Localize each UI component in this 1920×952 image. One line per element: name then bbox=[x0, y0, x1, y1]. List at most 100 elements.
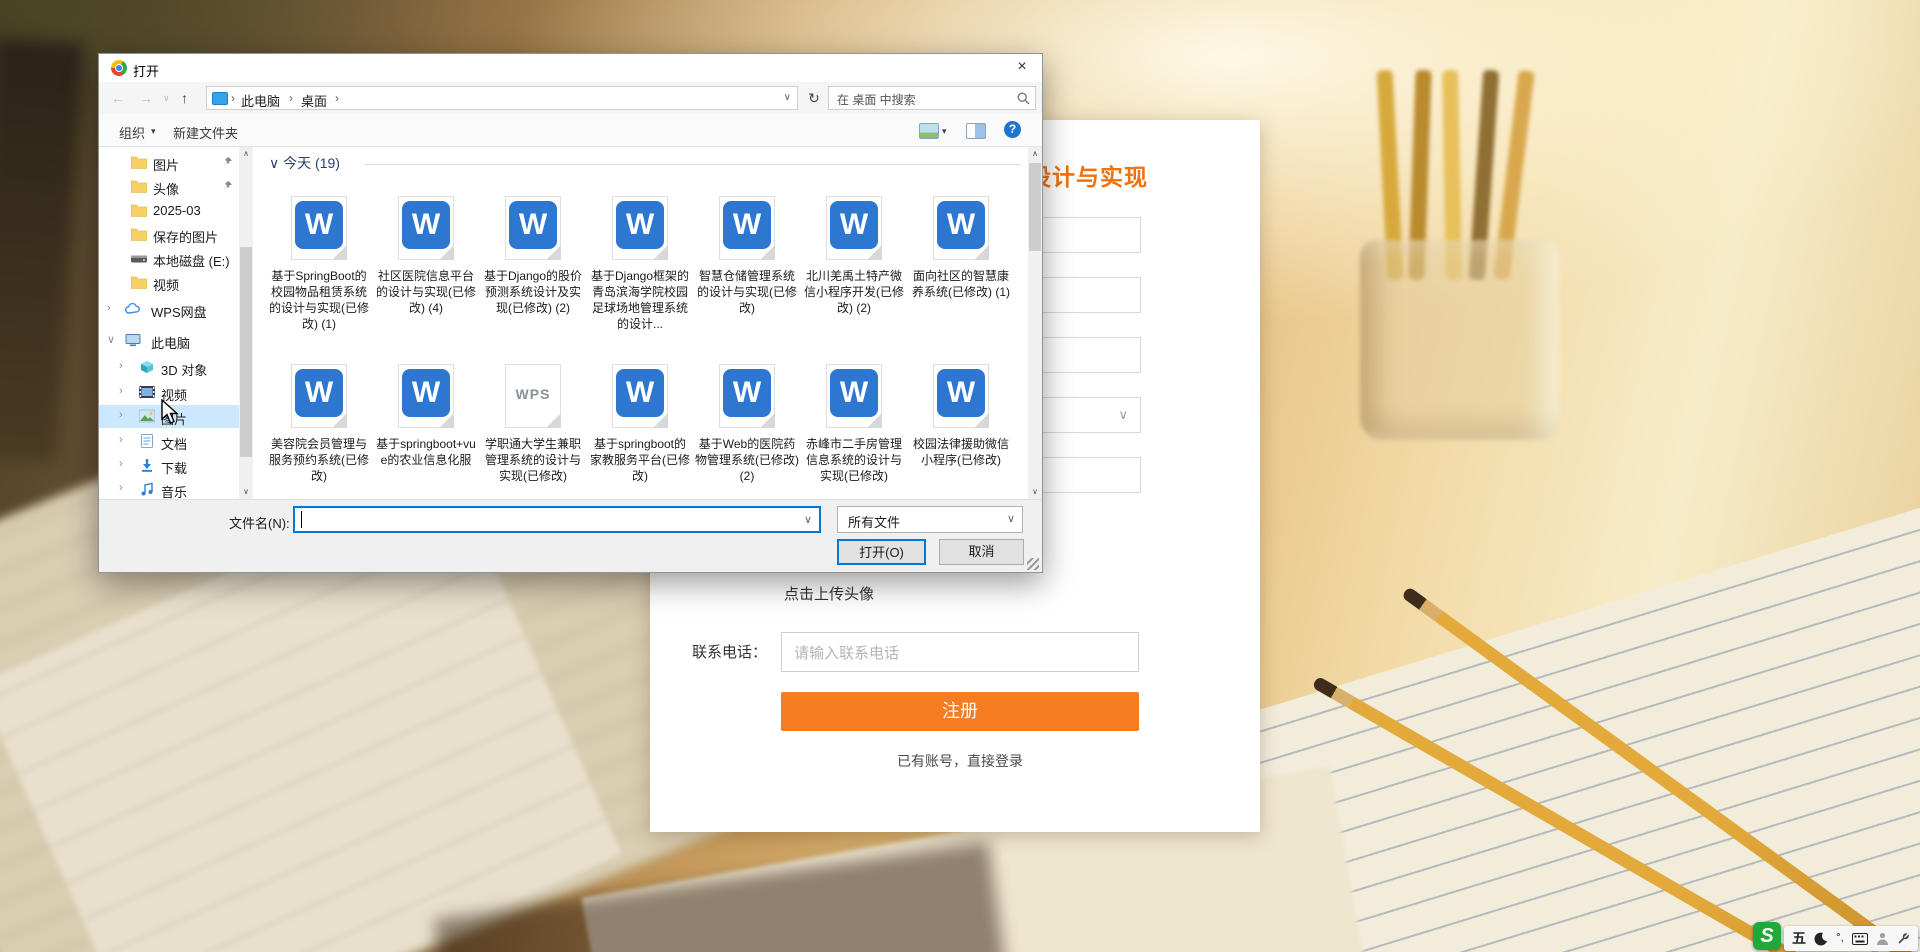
phone-input[interactable]: 请输入联系电话 bbox=[781, 632, 1139, 672]
login-link[interactable]: 已有账号，直接登录 bbox=[781, 751, 1139, 771]
moon-icon[interactable] bbox=[1814, 932, 1828, 946]
chevron-right-icon[interactable]: › bbox=[107, 302, 111, 314]
video-icon bbox=[139, 386, 155, 398]
chevron-right-icon[interactable]: › bbox=[119, 434, 123, 446]
scroll-down-icon[interactable]: ∨ bbox=[239, 485, 253, 499]
person-icon[interactable] bbox=[1876, 932, 1889, 945]
word-doc-icon: W bbox=[826, 196, 882, 260]
ime-mode[interactable]: 五 bbox=[1792, 926, 1806, 951]
file-item[interactable]: W 基于Web的医院药物管理系统(已修改) (2) bbox=[695, 359, 799, 484]
chevron-right-icon[interactable]: › bbox=[119, 385, 123, 397]
sidebar-item-3d-objects[interactable]: › 3D 对象 bbox=[99, 356, 239, 379]
chevron-right-icon[interactable]: › bbox=[119, 409, 123, 421]
file-item[interactable]: W 社区医院信息平台的设计与实现(已修改) (4) bbox=[374, 191, 478, 316]
file-item[interactable]: W 面向社区的智慧康养系统(已修改) (1) bbox=[909, 191, 1013, 300]
register-page-title: 设计与实现 bbox=[1028, 164, 1148, 190]
chevron-down-icon[interactable]: ∨ bbox=[107, 333, 115, 346]
keyboard-icon[interactable] bbox=[1851, 932, 1868, 945]
dialog-body: 图片 头像 2025-03 保存的图片 本地磁盘 (E:) 视频 › WPS网盘… bbox=[99, 147, 1042, 499]
sidebar-item-local-disk-e[interactable]: 本地磁盘 (E:) bbox=[99, 247, 239, 270]
register-button[interactable]: 注册 bbox=[781, 692, 1139, 731]
breadcrumb-desktop[interactable]: 桌面 bbox=[301, 91, 327, 110]
filetype-select[interactable]: 所有文件 ∨ bbox=[837, 506, 1023, 533]
history-caret-icon[interactable]: ∨ bbox=[163, 93, 170, 104]
sidebar-item-avatar[interactable]: 头像 bbox=[99, 175, 239, 198]
chevron-right-icon[interactable]: › bbox=[119, 458, 123, 470]
chevron-right-icon[interactable]: › bbox=[119, 360, 123, 372]
search-input[interactable]: 在 桌面 中搜索 bbox=[828, 86, 1036, 110]
sidebar-item-downloads[interactable]: › 下载 bbox=[99, 454, 239, 477]
sidebar-item-2025-03[interactable]: 2025-03 bbox=[99, 199, 239, 222]
file-item[interactable]: W 智慧仓储管理系统的设计与实现(已修改) bbox=[695, 191, 799, 316]
avatar-upload-hint[interactable]: 点击上传头像 bbox=[784, 583, 874, 604]
pin-icon bbox=[223, 180, 233, 190]
address-caret-icon[interactable]: ∨ bbox=[784, 92, 791, 103]
sidebar-item-videos-quick[interactable]: 视频 bbox=[99, 271, 239, 294]
sidebar-item-wps-cloud[interactable]: › WPS网盘 bbox=[99, 298, 239, 321]
file-item[interactable]: W 基于springboot+vue的农业信息化服 bbox=[374, 359, 478, 468]
chevron-right-icon[interactable]: › bbox=[119, 482, 123, 494]
scroll-down-icon[interactable]: ∨ bbox=[1028, 485, 1042, 499]
file-list-scrollbar[interactable]: ∧ ∨ bbox=[1028, 147, 1042, 499]
sidebar-item-this-pc[interactable]: ∨ 此电脑 bbox=[99, 329, 239, 352]
dialog-titlebar[interactable]: 打开 × bbox=[99, 54, 1042, 82]
refresh-icon[interactable]: ↻ bbox=[802, 86, 826, 110]
word-doc-icon: W bbox=[933, 364, 989, 428]
breadcrumb-this-pc[interactable]: 此电脑 bbox=[241, 91, 280, 110]
sogou-logo[interactable]: S bbox=[1753, 922, 1781, 950]
sidebar-item-music[interactable]: › 音乐 bbox=[99, 478, 239, 499]
sidebar-item-pictures-quick[interactable]: 图片 bbox=[99, 151, 239, 174]
chevron-down-icon: ∨ bbox=[1006, 513, 1015, 525]
help-icon[interactable]: ? bbox=[1004, 121, 1021, 138]
scroll-up-icon[interactable]: ∧ bbox=[239, 147, 253, 161]
scrollbar-thumb[interactable] bbox=[240, 247, 252, 457]
sidebar-item-saved-pictures[interactable]: 保存的图片 bbox=[99, 223, 239, 246]
view-options-icon[interactable] bbox=[919, 123, 939, 139]
file-item[interactable]: W 基于SpringBoot的校园物品租赁系统的设计与实现(已修改) (1) bbox=[267, 191, 371, 332]
word-doc-icon: W bbox=[933, 196, 989, 260]
view-caret-icon[interactable]: ▾ bbox=[942, 126, 947, 137]
sidebar-item-documents[interactable]: › 文档 bbox=[99, 430, 239, 453]
breadcrumb-sep: › bbox=[289, 91, 293, 105]
up-icon[interactable]: ↑ bbox=[181, 90, 188, 106]
new-folder-button[interactable]: 新建文件夹 bbox=[173, 123, 238, 142]
group-header[interactable]: ∨ 今天 (19) bbox=[269, 153, 340, 173]
back-icon[interactable]: ← bbox=[111, 90, 125, 106]
dialog-navbar: ← → ∨ ↑ › 此电脑 › 桌面 › ∨ ↻ 在 桌面 中搜索 bbox=[99, 82, 1042, 114]
forward-icon[interactable]: → bbox=[139, 90, 153, 106]
close-icon[interactable]: × bbox=[1012, 58, 1032, 76]
screen: 设计与实现 ∨ 点击上传头像 联系电话： 请输入联系电话 注册 已有账号，直接登… bbox=[0, 0, 1920, 952]
filename-label: 文件名(N): bbox=[229, 516, 290, 531]
file-item[interactable]: W 基于Django框架的青岛滨海学院校园足球场地管理系统的设计... bbox=[588, 191, 692, 332]
scrollbar-thumb[interactable] bbox=[1029, 163, 1041, 251]
scroll-up-icon[interactable]: ∧ bbox=[1028, 147, 1042, 161]
punctuation-toggle[interactable]: °, bbox=[1836, 926, 1843, 951]
file-item[interactable]: W 校园法律援助微信小程序(已修改) bbox=[909, 359, 1013, 468]
wps-doc-icon: WPS bbox=[505, 364, 561, 428]
search-icon bbox=[1017, 92, 1030, 105]
breadcrumb-sep: › bbox=[231, 91, 235, 105]
folder-icon bbox=[131, 276, 147, 289]
wrench-icon[interactable] bbox=[1897, 932, 1910, 945]
file-item[interactable]: W 美容院会员管理与服务预约系统(已修改) bbox=[267, 359, 371, 484]
word-doc-icon: W bbox=[826, 364, 882, 428]
this-pc-icon bbox=[212, 92, 228, 105]
filename-input[interactable]: ∨ bbox=[293, 506, 821, 533]
file-item[interactable]: W 北川羌禹土特产微信小程序开发(已修改) (2) bbox=[802, 191, 906, 316]
cancel-button[interactable]: 取消 bbox=[939, 539, 1024, 565]
organize-button[interactable]: 组织 bbox=[119, 123, 145, 142]
group-collapse-icon[interactable]: ∨ bbox=[269, 155, 279, 171]
file-item[interactable]: W 基于Django的股价预测系统设计及实现(已修改) (2) bbox=[481, 191, 585, 316]
word-doc-icon: W bbox=[505, 196, 561, 260]
open-button[interactable]: 打开(O) bbox=[837, 539, 926, 565]
file-item[interactable]: WPS 学职通大学生兼职管理系统的设计与实现(已修改) bbox=[481, 359, 585, 484]
file-item[interactable]: W 赤峰市二手房管理信息系统的设计与实现(已修改) bbox=[802, 359, 906, 484]
word-doc-icon: W bbox=[719, 196, 775, 260]
resize-grip[interactable] bbox=[1027, 558, 1039, 570]
file-item[interactable]: W 基于springboot的家教服务平台(已修改) bbox=[588, 359, 692, 484]
breadcrumb[interactable]: › 此电脑 › 桌面 › ∨ bbox=[206, 86, 798, 110]
chevron-down-icon[interactable]: ∨ bbox=[804, 513, 812, 526]
preview-pane-icon[interactable] bbox=[966, 123, 986, 139]
sidebar-scrollbar[interactable]: ∧ ∨ bbox=[239, 147, 253, 499]
folder-icon bbox=[131, 228, 147, 241]
